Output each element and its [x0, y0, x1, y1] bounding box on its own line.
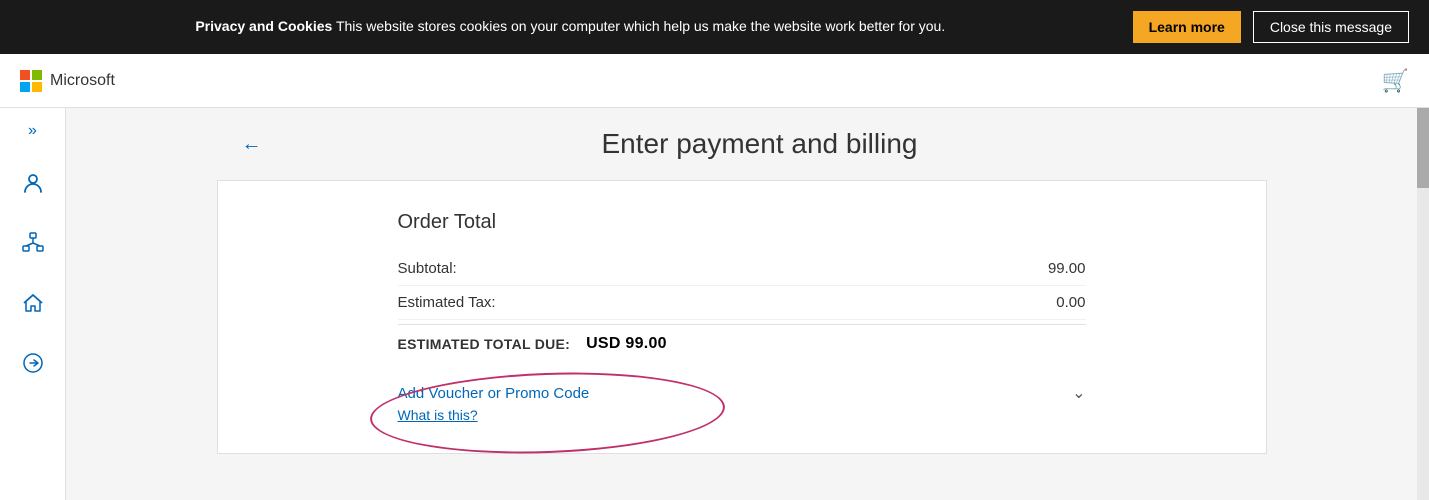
- total-row: ESTIMATED TOTAL DUE: USD 99.00: [398, 324, 1086, 363]
- order-total-title: Order Total: [398, 211, 1086, 234]
- back-arrow-icon[interactable]: ←: [242, 133, 262, 156]
- sidebar-network-icon[interactable]: [18, 228, 48, 264]
- ms-yellow-square: [32, 82, 42, 92]
- promo-section: Add Voucher or Promo Code ⌄ What is this…: [398, 383, 1086, 423]
- total-value: USD 99.00: [586, 335, 667, 353]
- promo-chevron-icon: ⌄: [1072, 383, 1085, 403]
- tax-label: Estimated Tax:: [398, 294, 496, 311]
- ms-green-square: [32, 70, 42, 80]
- sidebar-expand-icon[interactable]: »: [24, 118, 41, 144]
- page-title: Enter payment and billing: [278, 128, 1242, 160]
- page-title-row: ← Enter payment and billing: [242, 128, 1242, 160]
- ms-logo-text: Microsoft: [50, 72, 115, 90]
- cart-icon[interactable]: 🛒: [1382, 68, 1409, 94]
- sidebar-person-icon[interactable]: [18, 168, 48, 204]
- what-is-this-link[interactable]: What is this?: [398, 407, 1086, 423]
- tax-value: 0.00: [1056, 294, 1085, 311]
- sidebar-home-icon[interactable]: [18, 288, 48, 324]
- cookie-banner-body: This website stores cookies on your comp…: [336, 18, 945, 34]
- ms-red-square: [20, 70, 30, 80]
- tax-row: Estimated Tax: 0.00: [398, 286, 1086, 320]
- main-layout: »: [0, 108, 1429, 500]
- ms-logo-grid: [20, 70, 42, 92]
- total-label: ESTIMATED TOTAL DUE:: [398, 336, 571, 352]
- content-area: ← Enter payment and billing Order Total …: [66, 108, 1417, 500]
- microsoft-logo: Microsoft: [20, 70, 115, 92]
- cookie-banner-text: Privacy and Cookies This website stores …: [20, 17, 1121, 37]
- subtotal-value: 99.00: [1048, 260, 1086, 277]
- learn-more-button[interactable]: Learn more: [1133, 11, 1241, 43]
- scrollbar-track[interactable]: [1417, 108, 1429, 500]
- billing-card: Order Total Subtotal: 99.00 Estimated Ta…: [217, 180, 1267, 454]
- sidebar-arrow-icon[interactable]: [18, 348, 48, 384]
- scrollbar-thumb[interactable]: [1417, 108, 1429, 188]
- cookie-banner: Privacy and Cookies This website stores …: [0, 0, 1429, 54]
- close-message-button[interactable]: Close this message: [1253, 11, 1409, 43]
- promo-toggle[interactable]: Add Voucher or Promo Code ⌄: [398, 383, 1086, 403]
- cookie-banner-bold: Privacy and Cookies: [195, 18, 332, 34]
- promo-link[interactable]: Add Voucher or Promo Code: [398, 385, 590, 402]
- subtotal-label: Subtotal:: [398, 260, 457, 277]
- subtotal-row: Subtotal: 99.00: [398, 252, 1086, 286]
- header: Microsoft 🛒: [0, 54, 1429, 108]
- sidebar: »: [0, 108, 66, 500]
- ms-blue-square: [20, 82, 30, 92]
